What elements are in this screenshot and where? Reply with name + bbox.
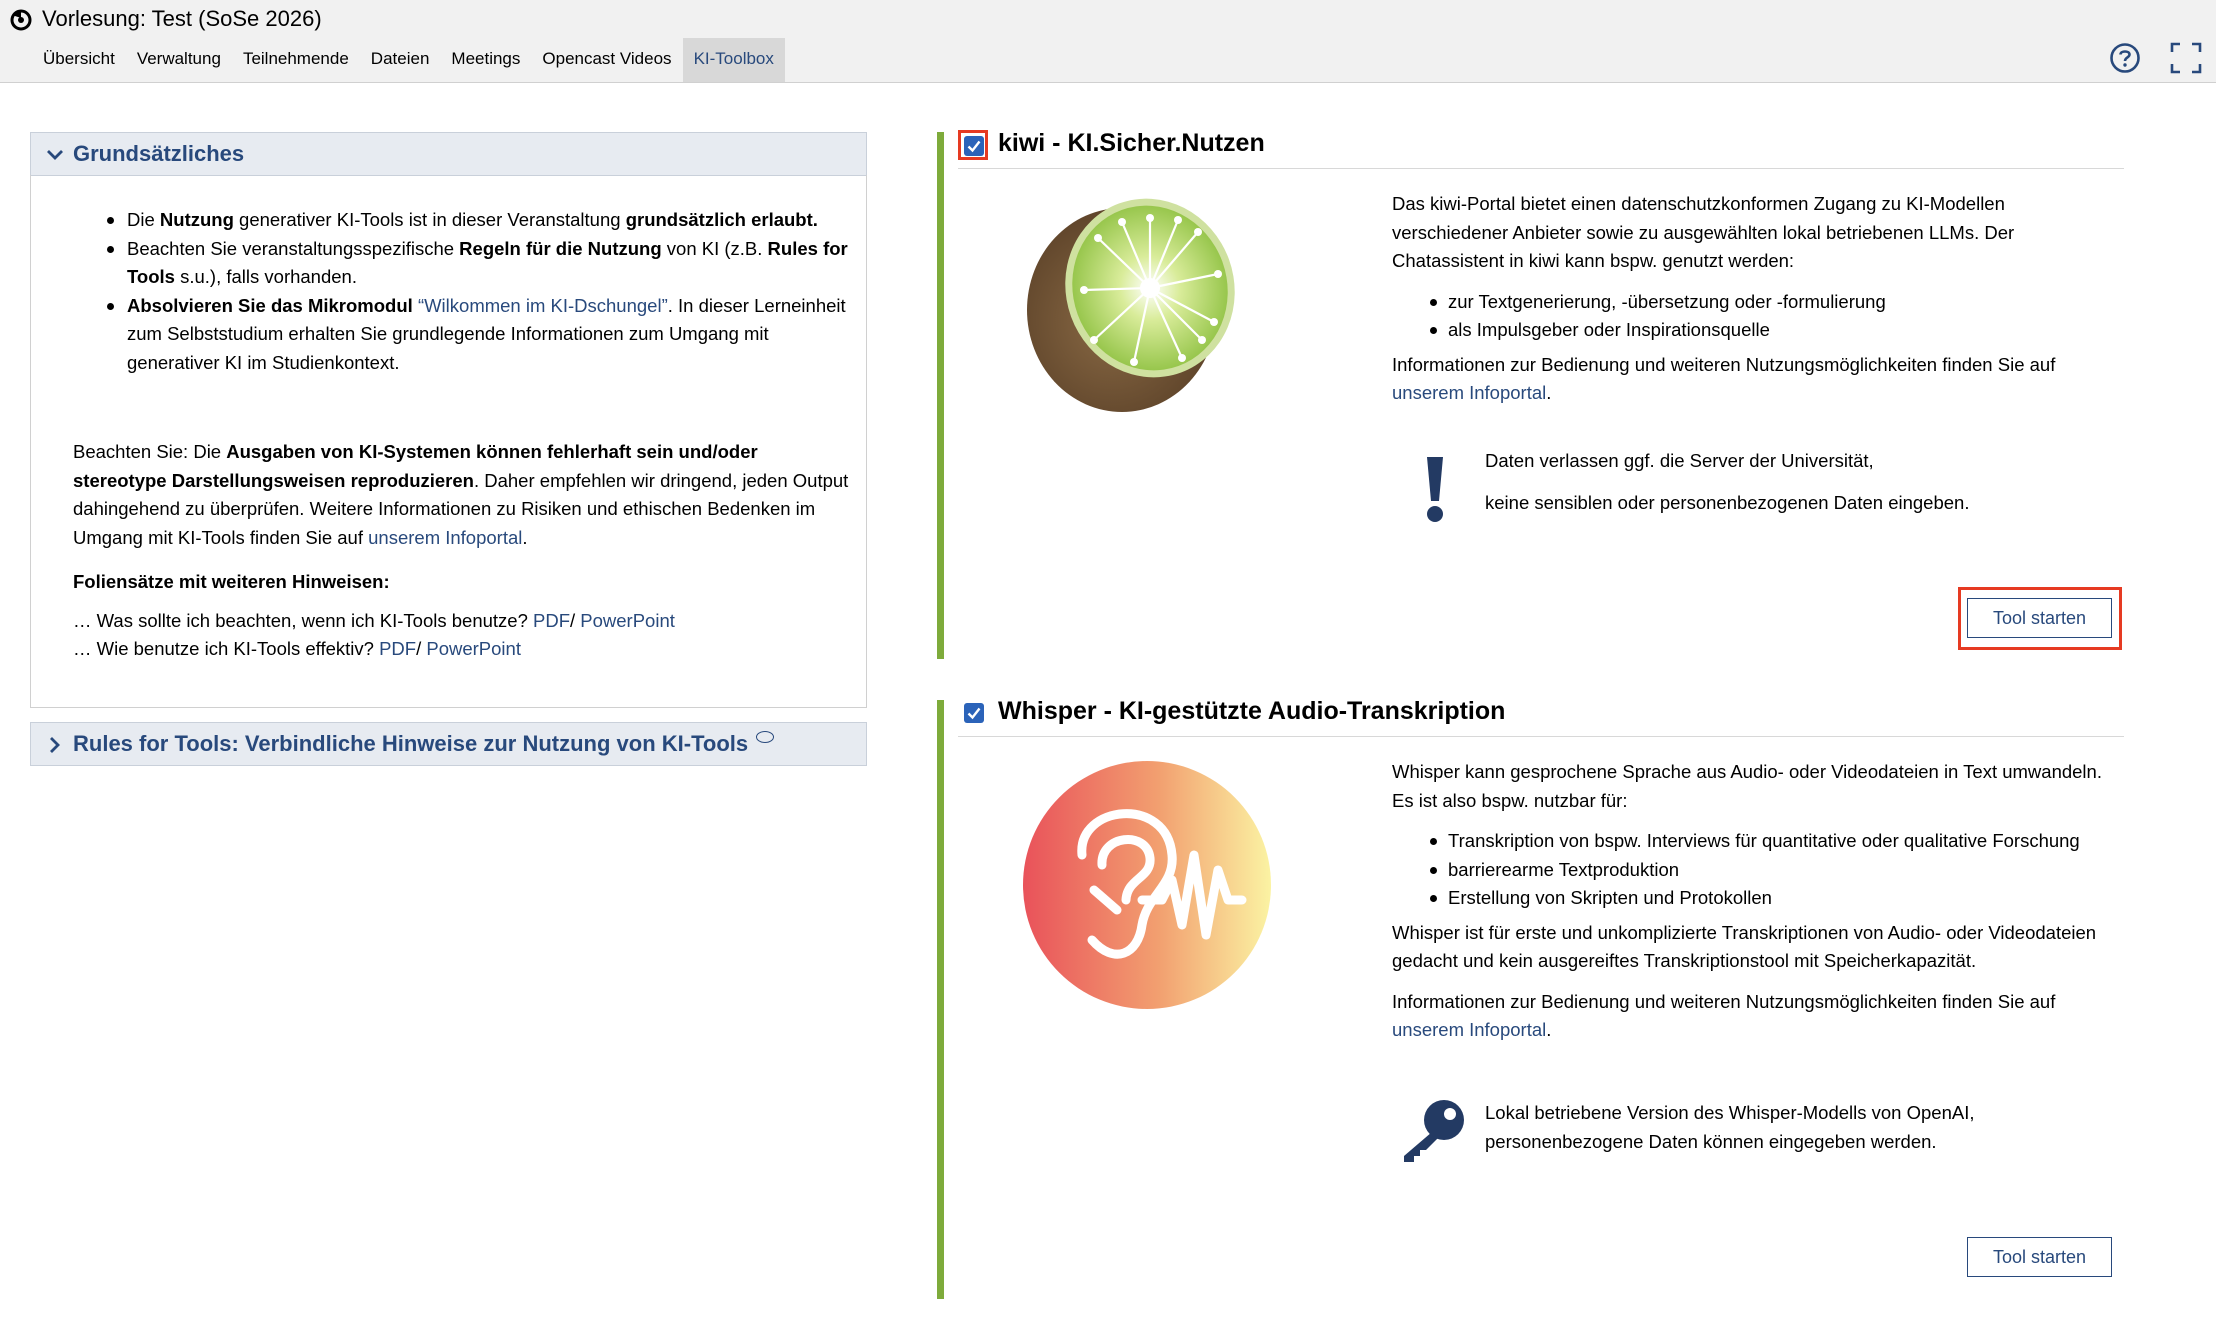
fullscreen-icon[interactable] (2170, 42, 2202, 74)
course-title: Vorlesung: Test (SoSe 2026) (42, 6, 322, 31)
divider (958, 168, 2124, 169)
list-item: Transkription von bspw. Interviews für q… (1430, 827, 2122, 856)
warning-text: Beachten Sie: Die Ausgaben von KI-System… (73, 441, 849, 548)
kiwi-note-line-1: Daten verlassen ggf. die Server der Univ… (1485, 450, 1874, 471)
list-item: Erstellung von Skripten und Protokollen (1430, 884, 2122, 913)
tab-uebersicht[interactable]: Übersicht (32, 38, 126, 82)
divider (958, 736, 2124, 737)
whisper-description: Whisper kann gesprochene Sprache aus Aud… (1392, 758, 2122, 1057)
whisper-start-button[interactable]: Tool starten (1967, 1237, 2112, 1277)
tab-ki-toolbox[interactable]: KI-Toolbox (682, 38, 785, 82)
list-item: Absolvieren Sie das Mikromodul “Wilkomme… (105, 292, 855, 378)
infoportal-link[interactable]: unserem Infoportal (368, 527, 522, 548)
chevron-right-icon (50, 737, 60, 753)
stud-ip-logo-icon[interactable] (8, 6, 36, 34)
whisper-ear-logo (1023, 761, 1271, 1009)
whisper-note: Lokal betriebene Version des Whisper-Mod… (1485, 1102, 1975, 1152)
kiwi-note-line-2: keine sensiblen oder personenbezogenen D… (1485, 492, 1970, 513)
pdf-link-2[interactable]: PDF (379, 638, 416, 659)
course-navigation: Übersicht Verwaltung Teilnehmende Dateie… (32, 38, 785, 82)
accordion-header-grundsaetzliches[interactable]: Grundsätzliches (30, 132, 867, 176)
whisper-card-title: Whisper - KI-gestützte Audio-Transkripti… (998, 697, 1506, 725)
list-item: als Impulsgeber oder Inspirationsquelle (1430, 316, 2122, 345)
kiwi-card-title: kiwi - KI.Sicher.Nutzen (998, 129, 1265, 157)
kiwi-infoportal-link[interactable]: unserem Infoportal (1392, 382, 1546, 403)
slides-heading: Foliensätze mit weiteren Hinweisen: (73, 571, 390, 592)
key-icon (1404, 1100, 1464, 1162)
slide-row-1: … Was sollte ich beachten, wenn ich KI-T… (73, 610, 675, 631)
slide-row-2: … Wie benutze ich KI-Tools effektiv? PDF… (73, 638, 521, 659)
kiwi-start-button[interactable]: Tool starten (1967, 598, 2112, 638)
powerpoint-link-2[interactable]: PowerPoint (426, 638, 521, 659)
help-icon[interactable] (2109, 42, 2141, 74)
tab-teilnehmende[interactable]: Teilnehmende (232, 38, 360, 82)
pdf-link-1[interactable]: PDF (533, 610, 570, 631)
accordion-title: Rules for Tools: Verbindliche Hinweise z… (73, 731, 775, 757)
exclamation-icon (1427, 457, 1443, 522)
tab-verwaltung[interactable]: Verwaltung (126, 38, 232, 82)
rules-list: Die Nutzung generativer KI-Tools ist in … (105, 206, 855, 377)
card-accent-bar (937, 132, 944, 659)
kiwi-logo (1027, 198, 1235, 412)
kiwi-description: Das kiwi-Portal bietet einen datenschutz… (1392, 190, 2122, 420)
tab-meetings[interactable]: Meetings (440, 38, 531, 82)
mikromodul-link[interactable]: “Wilkommen im KI-Dschungel” (418, 295, 668, 316)
list-item: Die Nutzung generativer KI-Tools ist in … (105, 206, 855, 235)
list-item: zur Textgenerierung, -übersetzung oder -… (1430, 288, 2122, 317)
accordion-title: Grundsätzliches (73, 141, 245, 166)
accordion-header-rules-for-tools[interactable]: Rules for Tools: Verbindliche Hinweise z… (30, 722, 867, 766)
whisper-infoportal-link[interactable]: unserem Infoportal (1392, 1019, 1546, 1040)
external-link-icon (756, 731, 775, 743)
checkbox-checked-icon[interactable] (964, 136, 984, 156)
top-bar: Vorlesung: Test (SoSe 2026) Übersicht Ve… (0, 0, 2216, 83)
card-accent-bar (937, 700, 944, 1299)
powerpoint-link-1[interactable]: PowerPoint (580, 610, 675, 631)
chevron-down-icon (47, 150, 63, 160)
list-item: barrierearme Textproduktion (1430, 856, 2122, 885)
accordion-body-grundsaetzliches: Die Nutzung generativer KI-Tools ist in … (30, 175, 867, 708)
list-item: Beachten Sie veranstaltungsspezifische R… (105, 235, 855, 292)
tab-opencast-videos[interactable]: Opencast Videos (531, 38, 682, 82)
tab-dateien[interactable]: Dateien (360, 38, 441, 82)
checkbox-checked-icon[interactable] (964, 703, 984, 723)
